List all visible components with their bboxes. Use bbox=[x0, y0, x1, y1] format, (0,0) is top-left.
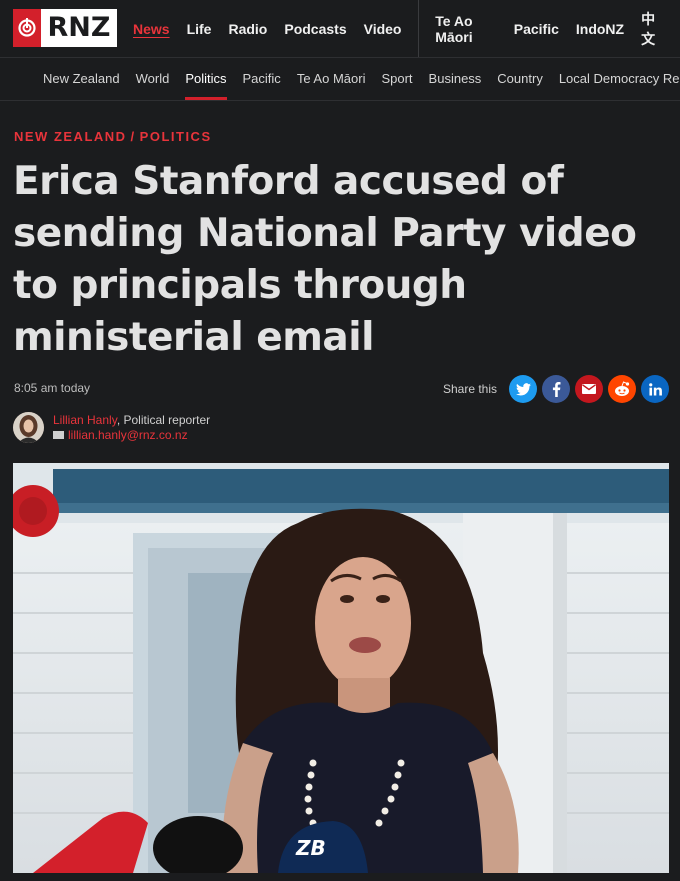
author-role: , Political reporter bbox=[116, 412, 211, 427]
svg-text:ZB: ZB bbox=[295, 836, 326, 860]
nav-video[interactable]: Video bbox=[364, 21, 402, 37]
mail-icon bbox=[53, 431, 64, 439]
share-label: Share this bbox=[442, 382, 497, 396]
share-bar: Share this bbox=[443, 375, 669, 403]
section-pacific[interactable]: Pacific bbox=[243, 58, 281, 100]
section-country[interactable]: Country bbox=[497, 58, 543, 100]
twitter-icon bbox=[515, 382, 531, 395]
primary-nav: News Life Radio Podcasts Video Te Ao Māo… bbox=[133, 0, 680, 57]
share-reddit-button[interactable] bbox=[608, 375, 636, 403]
byline: Lillian Hanly, Political reporter lillia… bbox=[13, 412, 210, 443]
share-facebook-button[interactable] bbox=[542, 375, 570, 403]
section-new-zealand[interactable]: New Zealand bbox=[43, 58, 120, 100]
section-te-ao-maori[interactable]: Te Ao Māori bbox=[297, 58, 366, 100]
nav-news[interactable]: News bbox=[133, 21, 170, 37]
nav-chinese[interactable]: 中文 bbox=[641, 9, 663, 49]
rnz-logo-mark-icon bbox=[13, 9, 41, 47]
nav-radio[interactable]: Radio bbox=[228, 21, 267, 37]
email-icon bbox=[582, 384, 596, 394]
facebook-icon bbox=[552, 381, 560, 397]
section-sport[interactable]: Sport bbox=[381, 58, 412, 100]
section-business[interactable]: Business bbox=[429, 58, 482, 100]
share-twitter-button[interactable] bbox=[509, 375, 537, 403]
share-email-button[interactable] bbox=[575, 375, 603, 403]
article-hero-image: ZB bbox=[13, 463, 669, 873]
reddit-icon bbox=[615, 381, 630, 396]
section-nav: New Zealand World Politics Pacific Te Ao… bbox=[0, 58, 680, 101]
article-kicker: NEW ZEALAND / POLITICS bbox=[14, 129, 212, 144]
section-world[interactable]: World bbox=[136, 58, 170, 100]
byline-text: Lillian Hanly, Political reporter lillia… bbox=[53, 413, 210, 443]
share-linkedin-button[interactable] bbox=[641, 375, 669, 403]
nav-divider bbox=[418, 0, 420, 57]
section-local-democracy[interactable]: Local Democracy Rep bbox=[559, 58, 680, 100]
author-name-link[interactable]: Lillian Hanly bbox=[53, 413, 117, 427]
rnz-logo-text: RNZ bbox=[41, 9, 117, 47]
hero-photo-illustration: ZB bbox=[13, 463, 669, 873]
author-email-link[interactable]: lillian.hanly@rnz.co.nz bbox=[68, 428, 188, 443]
kicker-politics-link[interactable]: POLITICS bbox=[140, 129, 212, 144]
kicker-separator: / bbox=[130, 129, 136, 144]
author-avatar[interactable] bbox=[13, 412, 44, 443]
article-timestamp: 8:05 am today bbox=[14, 381, 91, 395]
linkedin-icon bbox=[648, 382, 662, 396]
kicker-new-zealand-link[interactable]: NEW ZEALAND bbox=[14, 129, 127, 144]
nav-indonz[interactable]: IndoNZ bbox=[576, 21, 624, 37]
site-header: RNZ News Life Radio Podcasts Video Te Ao… bbox=[0, 0, 680, 58]
nav-life[interactable]: Life bbox=[187, 21, 212, 37]
rnz-logo[interactable]: RNZ bbox=[13, 9, 117, 47]
section-politics[interactable]: Politics bbox=[185, 58, 227, 100]
nav-pacific[interactable]: Pacific bbox=[514, 21, 559, 37]
nav-podcasts[interactable]: Podcasts bbox=[284, 21, 346, 37]
nav-te-ao-maori[interactable]: Te Ao Māori bbox=[435, 13, 496, 45]
article-headline: Erica Stanford accused of sending Nation… bbox=[13, 159, 637, 360]
